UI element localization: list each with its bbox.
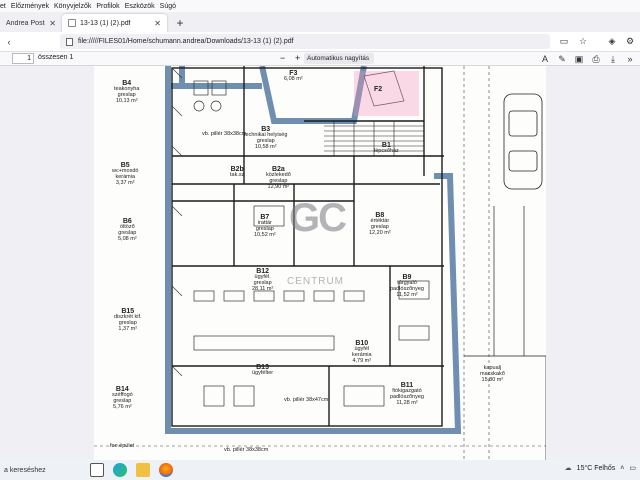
save-download-icon[interactable]: ⤓	[607, 53, 619, 65]
file-explorer-icon[interactable]	[136, 463, 150, 477]
annotation-building: foe épület	[110, 443, 135, 449]
page-total: összesen 1	[38, 54, 74, 61]
room-label-b12: B12 ügyfél. greslap 28,11 m²	[252, 268, 274, 292]
annotation-pillar: vb. pillér 38x47cm	[284, 397, 329, 403]
annotation-pillar: vb. pillér 38x38cm	[202, 131, 247, 137]
url-text: file://///FILES01/Home/schumann.andrea/D…	[78, 38, 294, 45]
zoom-in-icon[interactable]: +	[295, 53, 300, 63]
menu-item-bookmarks[interactable]: Könyvjelzők	[54, 3, 91, 10]
room-label-b3: B3 technikai helyiség greslap 10,58 m²	[244, 126, 288, 150]
page-icon	[66, 37, 73, 46]
navigation-bar: ‹ file://///FILES01/Home/schumann.andrea…	[0, 32, 640, 52]
shield-icon[interactable]: ◈	[606, 35, 618, 47]
room-label-kapualj: kapualj macskakő 15,80 m²	[480, 365, 505, 383]
close-icon[interactable]: ✕	[49, 19, 56, 28]
room-label-f3: F3 6,08 m²	[284, 70, 303, 83]
text-tool-icon[interactable]: A	[539, 53, 551, 65]
zoom-out-icon[interactable]: −	[280, 53, 285, 63]
image-insert-icon[interactable]: ▣	[573, 53, 585, 65]
menu-item-profiles[interactable]: Profilok	[96, 3, 119, 10]
pdf-viewer[interactable]: GC CENTRUM B4 teakonyha greslap 10,13 m² B3…	[0, 66, 640, 460]
room-label-b11: B11 fiókigazgató padlószőnyeg 11,28 m²	[390, 382, 424, 406]
pdf-file-icon	[68, 19, 76, 27]
tab-strip: Andrea Posta nézet ✕ 13-13 (1) (2).pdf ✕…	[0, 12, 640, 32]
more-tools-icon[interactable]: »	[624, 53, 636, 65]
taskbar-search[interactable]: a kereséshez	[0, 467, 90, 474]
room-label-b6: B6 öltöző greslap 5,08 m²	[118, 218, 137, 242]
close-icon[interactable]: ✕	[154, 19, 161, 28]
reader-view-icon[interactable]: ▭	[558, 35, 570, 47]
weather-cloud-icon[interactable]: ☁	[565, 464, 572, 472]
room-label-b8: B8 értéktár greslap 12,20 m²	[369, 212, 391, 236]
new-tab-plus-icon[interactable]: +	[171, 14, 189, 32]
room-label-b15: B15 diszkrét kif. greslap 1,37 m²	[114, 308, 142, 332]
draw-pen-icon[interactable]: ✎	[556, 53, 568, 65]
zoom-select[interactable]: Automatikus nagyítás	[304, 53, 374, 64]
room-label-b2b: B2b tak.sz	[230, 166, 245, 179]
menu-item-history-cut[interactable]: et	[0, 3, 6, 10]
firefox-icon[interactable]	[159, 463, 173, 477]
room-label-b5: B5 wc+mosdó kerámia 3,37 m²	[112, 162, 139, 186]
weather-text[interactable]: 15°C Felhős	[577, 465, 616, 472]
room-label-f2: F2	[374, 86, 383, 93]
room-label-b14: B14 széffogó greslap 5,76 m²	[112, 386, 133, 410]
page-number-input[interactable]: 1	[12, 53, 34, 64]
tab-pdf[interactable]: 13-13 (1) (2).pdf ✕	[62, 14, 167, 32]
menu-item-tools[interactable]: Eszközök	[125, 3, 155, 10]
room-label-b13: B13 ügyfélter	[252, 364, 274, 377]
menu-bar: et Előzmények Könyvjelzők Profilok Eszkö…	[0, 0, 640, 12]
bookmark-star-icon[interactable]: ☆	[577, 35, 589, 47]
network-icon[interactable]: ▭	[629, 464, 636, 472]
room-label-b2a: B2a közlekedő greslap 12,90 m²	[266, 166, 291, 190]
tab-label: Andrea Posta nézet	[6, 19, 45, 27]
menu-item-history[interactable]: Előzmények	[11, 3, 49, 10]
url-bar[interactable]: file://///FILES01/Home/schumann.andrea/D…	[60, 34, 550, 49]
extensions-icon[interactable]: ⚙	[624, 35, 636, 47]
edge-browser-icon[interactable]	[113, 463, 127, 477]
room-label-b9: B9 tárgyaló padlószőnyeg 11,52 m²	[390, 274, 424, 298]
pdf-page: GC CENTRUM B4 teakonyha greslap 10,13 m² B3…	[94, 66, 546, 460]
room-label-b1: B1 lépcsőház	[374, 142, 399, 155]
taskbar: a kereséshez ☁ 15°C Felhős ˄ ▭	[0, 460, 640, 480]
task-view-icon[interactable]	[90, 463, 104, 477]
room-label-b10: B10 ügyfél kerámia 4,79 m²	[352, 340, 372, 364]
watermark-logo: GC	[289, 196, 347, 240]
tab-label: 13-13 (1) (2).pdf	[80, 19, 131, 27]
annotation-pillar: vb. pillér 38x38cm	[224, 447, 269, 453]
pdf-toolbar: 1 összesen 1 − + Automatikus nagyítás A …	[0, 52, 640, 66]
watermark-text: CENTRUM	[287, 276, 344, 287]
print-icon[interactable]: ⎙	[590, 53, 602, 65]
tab-andrea-posta[interactable]: Andrea Posta nézet ✕	[0, 14, 62, 32]
menu-item-help[interactable]: Súgó	[160, 3, 176, 10]
chevron-up-icon[interactable]: ˄	[620, 465, 624, 472]
room-label-b4: B4 teakonyha greslap 10,13 m²	[114, 80, 140, 104]
room-label-b7: B7 irattár greslap 10,52 m²	[254, 214, 276, 238]
back-arrow-icon[interactable]: ‹	[2, 35, 16, 49]
